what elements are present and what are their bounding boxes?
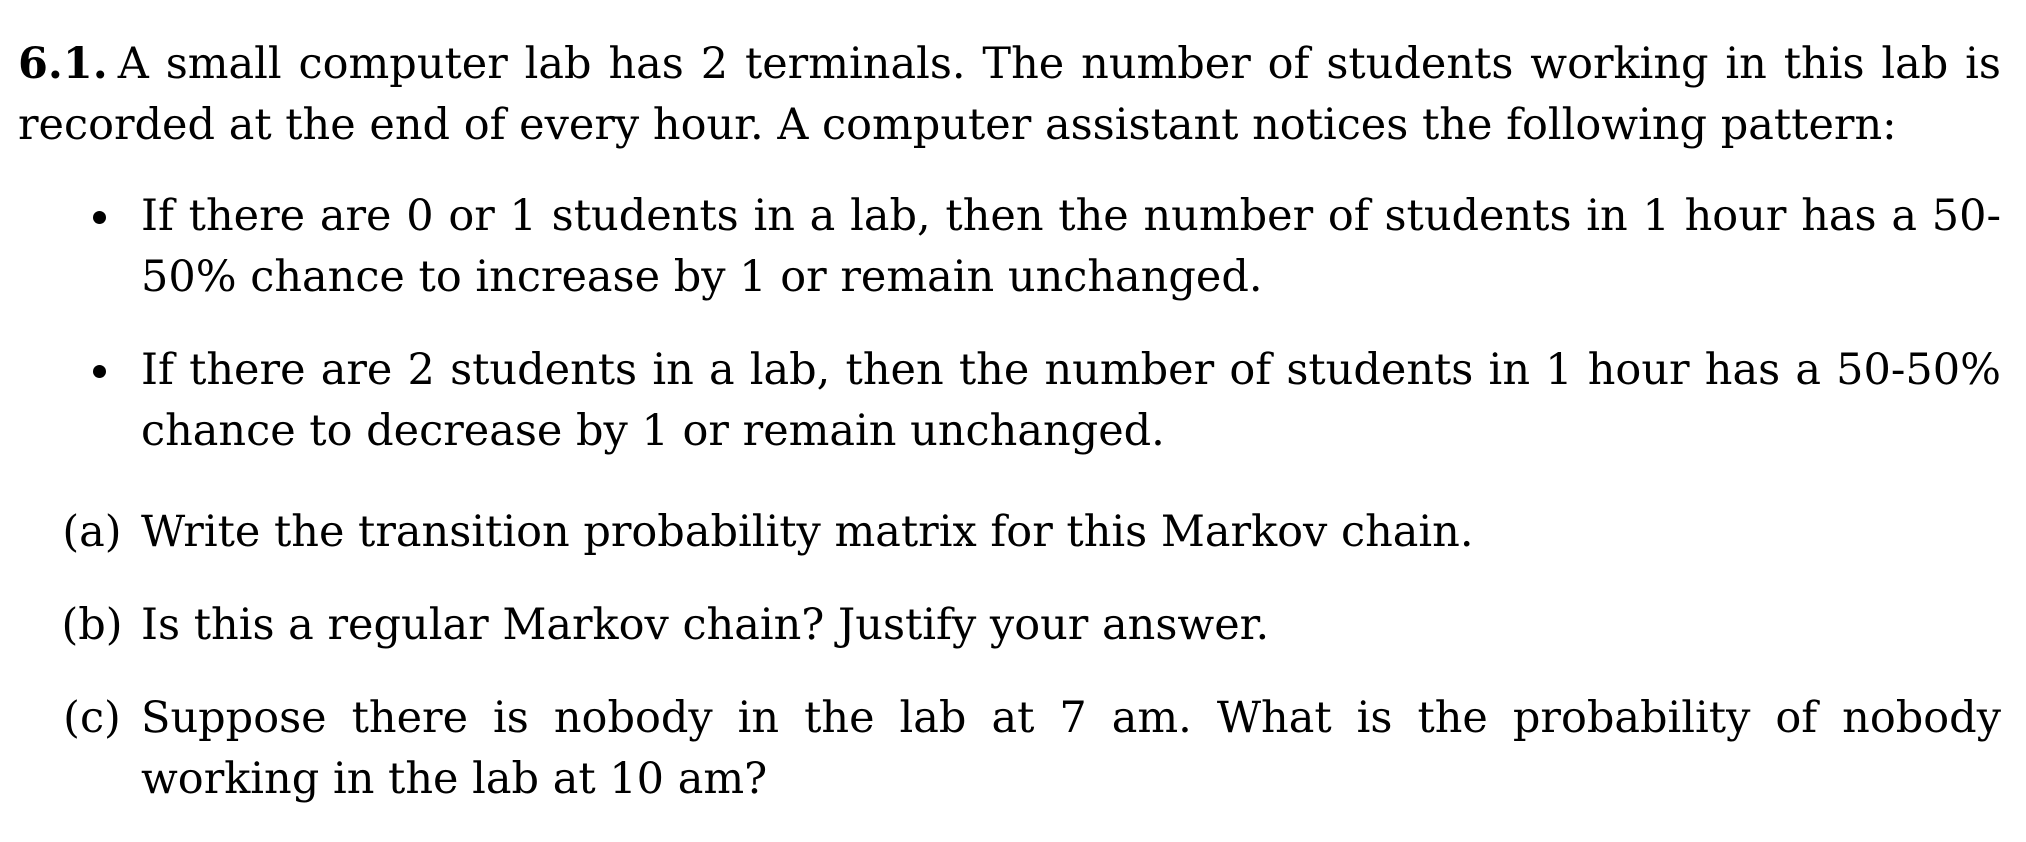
problem-document: 6.1. A small computer lab has 2 terminals… (18, 34, 2001, 842)
question-part-b: (b) Is this a regular Markov chain? Just… (18, 595, 2001, 656)
part-text: Suppose there is nobody in the lab at 7 … (141, 693, 2001, 804)
problem-statement: 6.1. A small computer lab has 2 terminals… (18, 34, 2001, 156)
bullet-icon (93, 365, 106, 378)
pattern-text: If there are 2 students in a lab, then t… (141, 345, 2001, 456)
question-part-c: (c) Suppose there is nobody in the lab a… (18, 688, 2001, 810)
problem-number: 6.1. (18, 39, 108, 89)
part-text: Is this a regular Markov chain? Justify … (141, 600, 1270, 650)
pattern-list: If there are 0 or 1 students in a lab, t… (18, 186, 2001, 462)
pattern-item: If there are 0 or 1 students in a lab, t… (18, 186, 2001, 308)
part-label: (a) (62, 507, 122, 557)
pattern-text: If there are 0 or 1 students in a lab, t… (141, 191, 2001, 302)
problem-intro: A small computer lab has 2 terminals. Th… (18, 39, 2001, 150)
part-label: (b) (61, 600, 123, 650)
pattern-item: If there are 2 students in a lab, then t… (18, 340, 2001, 462)
part-label: (c) (63, 693, 121, 743)
question-parts: (a) Write the transition probability mat… (18, 502, 2001, 810)
question-part-a: (a) Write the transition probability mat… (18, 502, 2001, 563)
bullet-icon (93, 211, 106, 224)
part-text: Write the transition probability matrix … (141, 507, 1474, 557)
